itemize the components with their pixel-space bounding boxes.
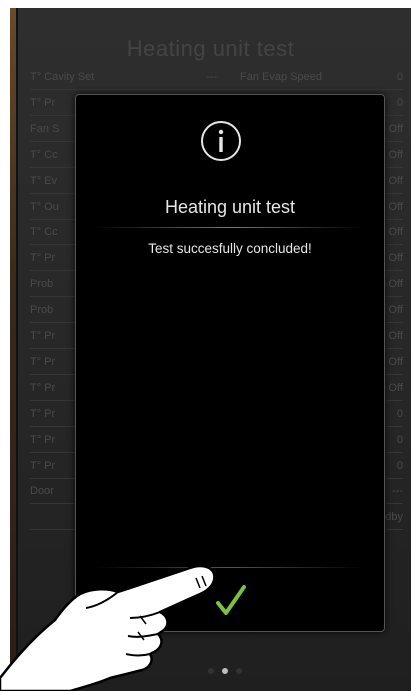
parameter-label: T° Cc: [30, 226, 58, 239]
parameter-value: Off: [388, 174, 403, 187]
background-parameter-row: T° Cavity Set --- Fan Evap Speed 0: [30, 66, 403, 90]
parameter-label: T° Pr: [30, 330, 56, 342]
parameter-value: Off: [388, 355, 403, 368]
parameter-label: T° Pr: [30, 459, 56, 472]
row-divider: [30, 89, 403, 90]
parameter-value: 0: [396, 96, 403, 109]
parameter-value: Off: [388, 122, 403, 135]
parameter-value: ---: [392, 485, 403, 498]
parameter-value: Off: [388, 200, 403, 213]
parameter-label: T° Pr: [30, 96, 56, 109]
parameter-label: T° Ev: [30, 174, 58, 187]
parameter-value: Off: [388, 148, 403, 161]
parameter-value: Off: [388, 381, 403, 394]
parameter-secondary-label: Fan Evap Speed: [240, 71, 322, 83]
parameter-label: T° Pr: [30, 433, 56, 446]
dialog-title: Heating unit test: [164, 197, 296, 217]
parameter-value: 0: [396, 407, 403, 420]
dialog-divider: [96, 227, 364, 228]
parameter-value: 0: [396, 71, 403, 83]
parameter-label: Prob: [30, 278, 54, 291]
dialog-message: Test succesfully concluded!: [148, 241, 312, 256]
parameter-value: 0: [396, 433, 403, 446]
parameter-value: Off: [388, 330, 403, 342]
parameter-value: 0: [396, 459, 403, 472]
parameter-label: T° Cc: [30, 148, 58, 161]
parameter-label: T° Ou: [30, 200, 59, 213]
parameter-label: Door: [30, 485, 54, 498]
parameter-label: T° Cavity Set: [30, 71, 95, 83]
parameter-value: Off: [388, 304, 403, 317]
pointing-hand-icon: [0, 564, 216, 691]
parameter-label: Prob: [30, 304, 54, 317]
parameter-label: Fan S: [30, 122, 60, 135]
parameter-label: T° Pr: [30, 381, 56, 394]
parameter-label: T° Pr: [30, 407, 56, 420]
background-page-title: Heating unit test: [126, 36, 295, 61]
parameter-value: Off: [388, 252, 403, 265]
parameter-label: T° Pr: [30, 355, 56, 368]
info-icon: [201, 121, 241, 161]
parameter-set-value: ---: [206, 71, 217, 83]
parameter-label: T° Pr: [30, 252, 56, 265]
parameter-value: Off: [388, 226, 403, 239]
parameter-value: Off: [388, 278, 403, 291]
info-dialog: Heating unit test Test succesfully concl…: [75, 94, 385, 632]
